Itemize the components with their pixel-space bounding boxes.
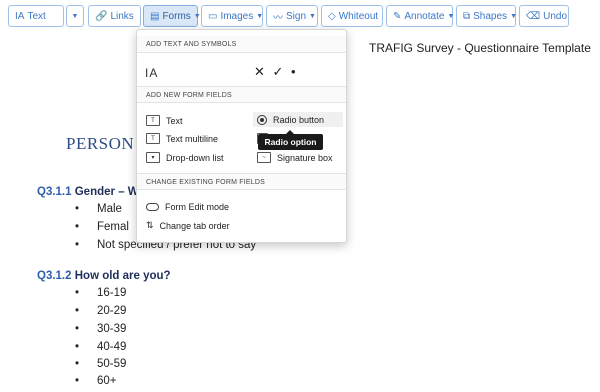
- text-multiline-icon: T: [146, 133, 160, 144]
- list-item: • 40-49: [75, 341, 127, 353]
- whiteout-button[interactable]: ◇ Whiteout: [321, 5, 383, 27]
- section-header: CHANGE EXISTING FORM FIELDS: [137, 173, 346, 190]
- question-text: Gender – W: [74, 186, 139, 198]
- question-age: Q3.1.2 How old are you?: [37, 270, 171, 282]
- document-header: TRAFIG Survey - Questionnaire Template: [369, 41, 591, 55]
- undo-icon: ⌫: [526, 10, 541, 22]
- forms-button[interactable]: ▤ Forms ▼: [143, 5, 201, 27]
- add-radio-button-field[interactable]: Radio button: [253, 112, 343, 127]
- shapes-button[interactable]: ⧉ Shapes ▼: [456, 5, 517, 27]
- undo-button[interactable]: ⌫ Undo: [519, 5, 569, 27]
- list-item: • 20-29: [75, 305, 127, 317]
- link-icon: 🔗: [95, 10, 108, 22]
- image-icon: ▭: [208, 10, 218, 22]
- radio-option-tooltip: Radio option: [258, 130, 323, 150]
- list-item: • 50-59: [75, 358, 127, 370]
- text-cursor-icon: IA: [15, 10, 25, 22]
- shapes-icon: ⧉: [463, 10, 471, 22]
- section-header: ADD NEW FORM FIELDS: [137, 86, 346, 103]
- images-button[interactable]: ▭ Images ▼: [201, 5, 263, 27]
- text-tool-button[interactable]: IA Text: [8, 5, 64, 27]
- chevron-down-icon: ▼: [71, 12, 79, 20]
- eraser-icon: ◇: [328, 10, 336, 22]
- chevron-down-icon: ▼: [193, 12, 201, 20]
- dropdown-icon: ▾: [146, 152, 160, 163]
- annotate-button[interactable]: ✎ Annotate ▼: [386, 5, 455, 27]
- question-number: Q3.1.2: [37, 270, 72, 282]
- signature-icon: 〰: [273, 12, 283, 24]
- section-title: PERSON: [66, 134, 135, 153]
- list-item: • 60+: [75, 375, 117, 387]
- text-tool-dropdown[interactable]: ▼: [66, 5, 84, 27]
- chevron-down-icon: ▼: [447, 12, 455, 20]
- question-number: Q3.1.1: [37, 186, 72, 198]
- links-button[interactable]: 🔗 Links: [88, 5, 141, 27]
- list-item: • Femal: [75, 221, 129, 233]
- chevron-down-icon: ▼: [256, 12, 264, 20]
- signature-box-icon: ~: [257, 152, 271, 163]
- add-text-field[interactable]: T Text: [146, 115, 183, 126]
- form-edit-mode-toggle[interactable]: Form Edit mode: [146, 202, 229, 212]
- add-text-symbol[interactable]: IA: [145, 66, 158, 80]
- list-item: • Male: [75, 203, 122, 215]
- section-header: ADD TEXT AND SYMBOLS: [137, 36, 346, 53]
- change-tab-order-item[interactable]: ⇅ Change tab order: [146, 220, 230, 231]
- chevron-down-icon: ▼: [309, 12, 316, 20]
- sort-arrows-icon: ⇅: [146, 220, 154, 230]
- radio-icon: [257, 114, 267, 125]
- pencil-icon: ✎: [393, 10, 402, 22]
- add-symbol-marks[interactable]: ✕ ✓ •: [254, 64, 298, 80]
- question-text: How old are you?: [74, 270, 171, 282]
- sign-button[interactable]: 〰 Sign ▼: [266, 5, 318, 27]
- form-icon: ▤: [150, 10, 160, 22]
- add-text-multiline-field[interactable]: T Text multiline: [146, 133, 218, 144]
- question-gender: Q3.1.1 Gender – W: [37, 186, 139, 198]
- text-field-icon: T: [146, 115, 160, 126]
- list-item: • 16-19: [75, 287, 127, 299]
- toggle-icon: [146, 203, 159, 211]
- add-dropdown-list-field[interactable]: ▾ Drop-down list: [146, 152, 224, 163]
- list-item: • 30-39: [75, 323, 127, 335]
- add-signature-box-field[interactable]: ~ Signature box: [257, 152, 333, 163]
- chevron-down-icon: ▼: [510, 12, 517, 20]
